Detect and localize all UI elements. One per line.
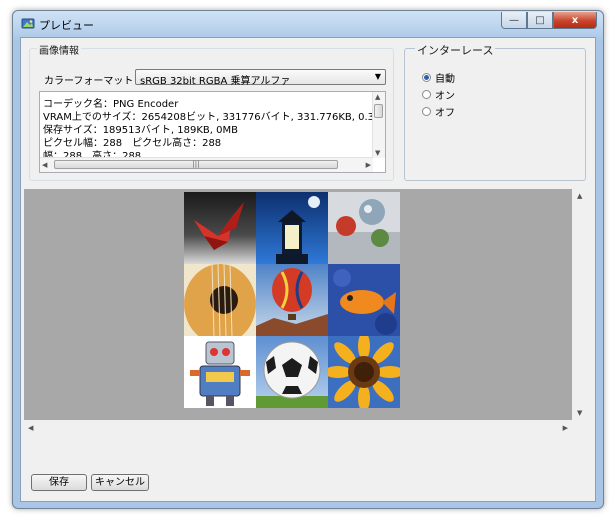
scroll-up-icon[interactable]: ▲: [375, 93, 380, 101]
scroll-left-icon[interactable]: ◀: [28, 424, 33, 432]
tile-paper-crane: [184, 192, 256, 264]
app-icon: [21, 18, 35, 29]
maximize-button[interactable]: □: [527, 12, 553, 29]
tile-soccer-ball: [256, 336, 328, 408]
scroll-right-icon[interactable]: ▶: [366, 161, 371, 169]
tile-sunflower: [328, 336, 400, 408]
interlace-option-on-label: オン: [435, 91, 455, 102]
interlace-group: インターレース 自動 オン オフ: [404, 42, 586, 181]
radio-unchecked-icon[interactable]: [422, 90, 431, 99]
interlace-option-on[interactable]: オン: [422, 87, 455, 102]
color-format-select[interactable]: sRGB 32bit RGBA 乗算アルファ ▼: [135, 69, 386, 87]
scroll-down-icon[interactable]: ▼: [577, 409, 582, 417]
color-format-value: sRGB 32bit RGBA 乗算アルファ: [140, 76, 291, 87]
info-horizontal-scrollbar[interactable]: ◀ ||| ▶: [40, 157, 373, 172]
title-bar[interactable]: プレビュー — □ x: [13, 11, 603, 37]
tile-guitar: [184, 264, 256, 336]
tile-lighthouse: [256, 192, 328, 264]
minimize-button[interactable]: —: [501, 12, 527, 29]
scroll-right-icon[interactable]: ▶: [563, 424, 568, 432]
tile-clownfish: [328, 264, 400, 336]
preview-area[interactable]: [24, 189, 572, 424]
image-info-group: 画像情報 カラーフォーマット sRGB 32bit RGBA 乗算アルファ ▼ …: [29, 42, 394, 181]
tile-robot: [184, 336, 256, 408]
preview-window: プレビュー — □ x 画像情報 カラーフォーマット sRGB 32bit RG…: [12, 10, 604, 509]
dropdown-arrow-icon: ▼: [374, 72, 381, 81]
preview-horizontal-scrollbar[interactable]: ◀ ▶: [24, 420, 572, 435]
color-format-label: カラーフォーマット: [44, 76, 134, 87]
scroll-up-icon[interactable]: ▲: [577, 192, 582, 200]
info-vertical-scrollbar[interactable]: ▲ ▼: [372, 92, 385, 158]
interlace-option-off[interactable]: オフ: [422, 104, 455, 119]
image-info-textbox[interactable]: コーデック名：PNG Encoder VRAM上でのサイズ：2654208ビット…: [39, 91, 386, 173]
interlace-option-auto-label: 自動: [435, 74, 455, 85]
interlace-option-auto[interactable]: 自動: [422, 70, 455, 85]
cancel-button[interactable]: キャンセル: [91, 474, 149, 491]
radio-unchecked-icon[interactable]: [422, 107, 431, 116]
tile-marbles: [328, 192, 400, 264]
dialog-client: 画像情報 カラーフォーマット sRGB 32bit RGBA 乗算アルファ ▼ …: [20, 37, 596, 502]
tile-hot-air-balloon: [256, 264, 328, 336]
scroll-left-icon[interactable]: ◀: [42, 161, 47, 169]
window-controls: — □ x: [501, 12, 597, 30]
preview-image: [184, 192, 400, 408]
scroll-down-icon[interactable]: ▼: [375, 149, 380, 157]
info-vertical-scroll-thumb[interactable]: [374, 104, 383, 118]
close-button[interactable]: x: [553, 12, 597, 29]
close-icon: x: [571, 14, 579, 26]
window-title: プレビュー: [39, 19, 94, 32]
interlace-group-title: インターレース: [415, 42, 496, 58]
image-info-group-title: 画像情報: [37, 42, 81, 57]
preview-vertical-scrollbar[interactable]: ▲ ▼: [572, 189, 589, 420]
save-button[interactable]: 保存: [31, 474, 87, 491]
interlace-option-off-label: オフ: [435, 108, 455, 119]
maximize-icon: □: [535, 14, 545, 26]
info-horizontal-scroll-thumb[interactable]: |||: [54, 160, 338, 169]
minimize-icon: —: [509, 14, 519, 26]
radio-checked-icon[interactable]: [422, 73, 431, 82]
